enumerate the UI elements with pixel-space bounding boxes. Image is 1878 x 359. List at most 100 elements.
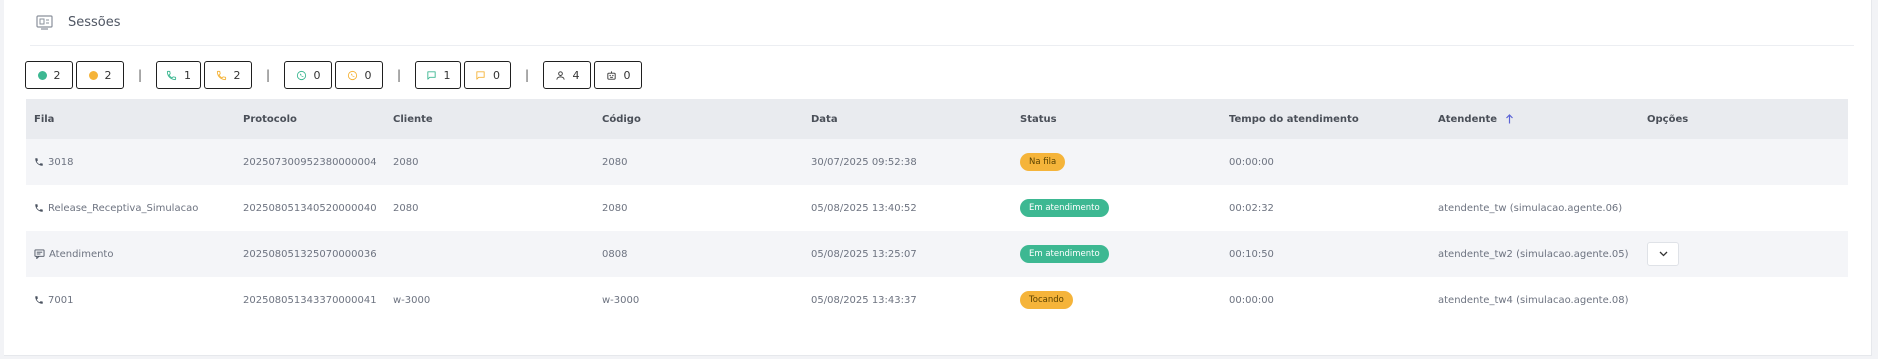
column-header-data[interactable]: Data	[803, 114, 1012, 125]
atendente-cell: atendente_tw2 (simulacao.agente.05)	[1438, 248, 1629, 260]
atendente-cell: atendente_tw4 (simulacao.agente.08)	[1438, 294, 1629, 306]
codigo-cell: w-3000	[602, 294, 640, 306]
status-badge: Em atendimento	[1020, 245, 1109, 263]
chat-icon	[475, 70, 486, 81]
status-cell: Em atendimento	[1012, 199, 1221, 217]
whatsapp-icon	[296, 70, 307, 81]
chat-orange-counter[interactable]: 0	[464, 61, 511, 89]
protocolo-cell: 202508051340520000040	[243, 202, 377, 214]
protocolo-cell: 202508051325070000036	[243, 248, 377, 260]
fila-cell: Atendimento	[26, 249, 235, 260]
fila-cell: 7001	[26, 295, 235, 306]
robots-count: 0	[623, 68, 631, 82]
table-row[interactable]: 7001 202508051343370000041 w-3000 w-3000…	[26, 277, 1848, 323]
cliente-cell: w-3000	[393, 294, 431, 306]
cliente-cell: 2080	[393, 156, 419, 168]
column-header-status[interactable]: Status	[1012, 114, 1221, 125]
sort-ascending-icon[interactable]	[1505, 114, 1514, 124]
tempo-cell: 00:02:32	[1229, 202, 1274, 214]
chat-green-counter[interactable]: 1	[415, 61, 461, 89]
fila-value: Release_Receptiva_Simulacao	[48, 202, 199, 214]
robot-icon	[606, 70, 617, 81]
status-badge: Tocando	[1020, 291, 1073, 309]
orange-dot-icon	[88, 70, 98, 80]
phone-green-count: 1	[184, 68, 191, 82]
robots-counter[interactable]: 0	[594, 61, 642, 89]
column-header-tempo[interactable]: Tempo do atendimento	[1221, 114, 1430, 125]
data-cell: 05/08/2025 13:40:52	[811, 202, 917, 214]
chat-icon	[426, 70, 437, 81]
phone-orange-count: 2	[233, 68, 241, 82]
fila-cell: Release_Receptiva_Simulacao	[26, 203, 235, 214]
column-header-opcoes: Opções	[1647, 113, 1689, 125]
status-cell: Na fila	[1012, 153, 1221, 171]
column-header-atendente-label: Atendente	[1438, 113, 1498, 125]
codigo-cell: 2080	[602, 156, 628, 168]
agents-count: 4	[572, 68, 580, 82]
counter-bar: 2 2 | 1 2 | 0 0 | 1 0 | 4 0	[25, 61, 645, 89]
whatsapp-orange-counter[interactable]: 0	[335, 61, 383, 89]
protocolo-cell: 202507300952380000004	[243, 156, 377, 168]
status-badge: Na fila	[1020, 153, 1066, 171]
phone-icon	[166, 70, 177, 81]
phone-icon	[216, 70, 227, 81]
sessions-table: Fila Protocolo Cliente Código Data Statu…	[26, 99, 1848, 323]
table-row[interactable]: 3018 202507300952380000004 2080 2080 30/…	[26, 139, 1848, 185]
table-row[interactable]: Release_Receptiva_Simulacao 202508051340…	[26, 185, 1848, 231]
status-cell: Tocando	[1012, 291, 1221, 309]
user-icon	[555, 70, 566, 81]
data-cell: 05/08/2025 13:43:37	[811, 294, 917, 306]
data-cell: 30/07/2025 09:52:38	[811, 156, 917, 168]
status-orange-counter[interactable]: 2	[76, 61, 124, 89]
cliente-cell: 2080	[393, 202, 419, 214]
agents-counter[interactable]: 4	[543, 61, 591, 89]
tempo-cell: 00:00:00	[1229, 294, 1274, 306]
column-header-cliente[interactable]: Cliente	[385, 114, 594, 125]
whatsapp-green-counter[interactable]: 0	[284, 61, 332, 89]
phone-icon	[34, 295, 44, 305]
protocolo-cell: 202508051343370000041	[243, 294, 377, 306]
column-header-fila[interactable]: Fila	[26, 114, 235, 125]
status-green-count: 2	[53, 68, 61, 82]
whatsapp-orange-count: 0	[364, 68, 372, 82]
chat-green-count: 1	[443, 68, 451, 82]
status-green-counter[interactable]: 2	[25, 61, 73, 89]
table-header: Fila Protocolo Cliente Código Data Statu…	[26, 99, 1848, 139]
table-row[interactable]: Atendimento 202508051325070000036 0808 0…	[26, 231, 1848, 277]
atendente-cell: atendente_tw (simulacao.agente.06)	[1438, 202, 1623, 214]
column-header-codigo[interactable]: Código	[594, 114, 803, 125]
fila-value: 7001	[48, 294, 74, 306]
data-cell: 05/08/2025 13:25:07	[811, 248, 917, 260]
status-cell: Em atendimento	[1012, 245, 1221, 263]
sessions-panel: Sessões 2 2 | 1 2 | 0 0 | 1 0 | 4 0 Fila…	[4, 0, 1872, 356]
separator: |	[265, 68, 271, 82]
status-orange-count: 2	[104, 68, 112, 82]
chevron-down-icon	[1659, 251, 1668, 257]
status-badge: Em atendimento	[1020, 199, 1109, 217]
fila-cell: 3018	[26, 157, 235, 168]
opcoes-cell	[1639, 242, 1848, 266]
chat-orange-count: 0	[493, 68, 500, 82]
column-header-protocolo[interactable]: Protocolo	[235, 114, 385, 125]
separator: |	[396, 68, 402, 82]
phone-icon	[34, 157, 44, 167]
codigo-cell: 2080	[602, 202, 628, 214]
column-header-atendente[interactable]: Atendente	[1430, 114, 1639, 125]
whatsapp-icon	[347, 70, 358, 81]
green-dot-icon	[37, 70, 47, 80]
whatsapp-green-count: 0	[313, 68, 321, 82]
options-dropdown-button[interactable]	[1647, 242, 1679, 266]
tempo-cell: 00:00:00	[1229, 156, 1274, 168]
page-title: Sessões	[68, 15, 121, 30]
chat-icon	[34, 249, 45, 259]
phone-green-counter[interactable]: 1	[156, 61, 201, 89]
separator: |	[137, 68, 143, 82]
codigo-cell: 0808	[602, 248, 628, 260]
panel-header: Sessões	[30, 0, 1854, 46]
phone-orange-counter[interactable]: 2	[204, 61, 252, 89]
separator: |	[524, 68, 530, 82]
tempo-cell: 00:10:50	[1229, 248, 1274, 260]
fila-value: Atendimento	[49, 248, 114, 260]
monitor-sessions-icon	[36, 15, 54, 31]
phone-icon	[34, 203, 44, 213]
